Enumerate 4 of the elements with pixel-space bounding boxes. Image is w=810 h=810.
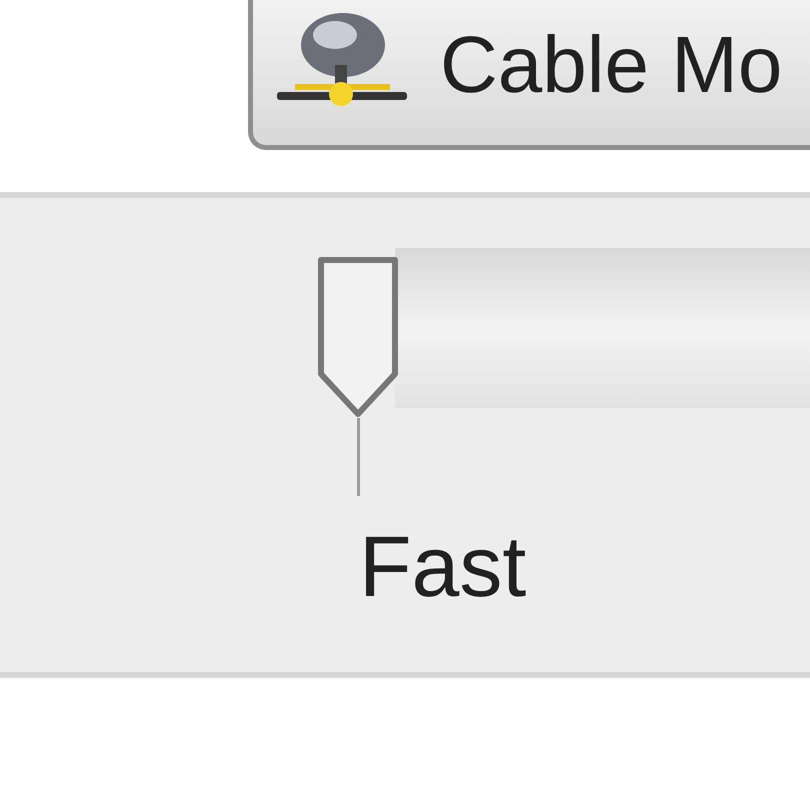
speed-slider[interactable] (315, 248, 810, 418)
slider-thumb[interactable] (315, 256, 401, 418)
connection-button[interactable]: Cable Mo (248, 0, 810, 150)
tick-label: Fast (359, 519, 526, 615)
